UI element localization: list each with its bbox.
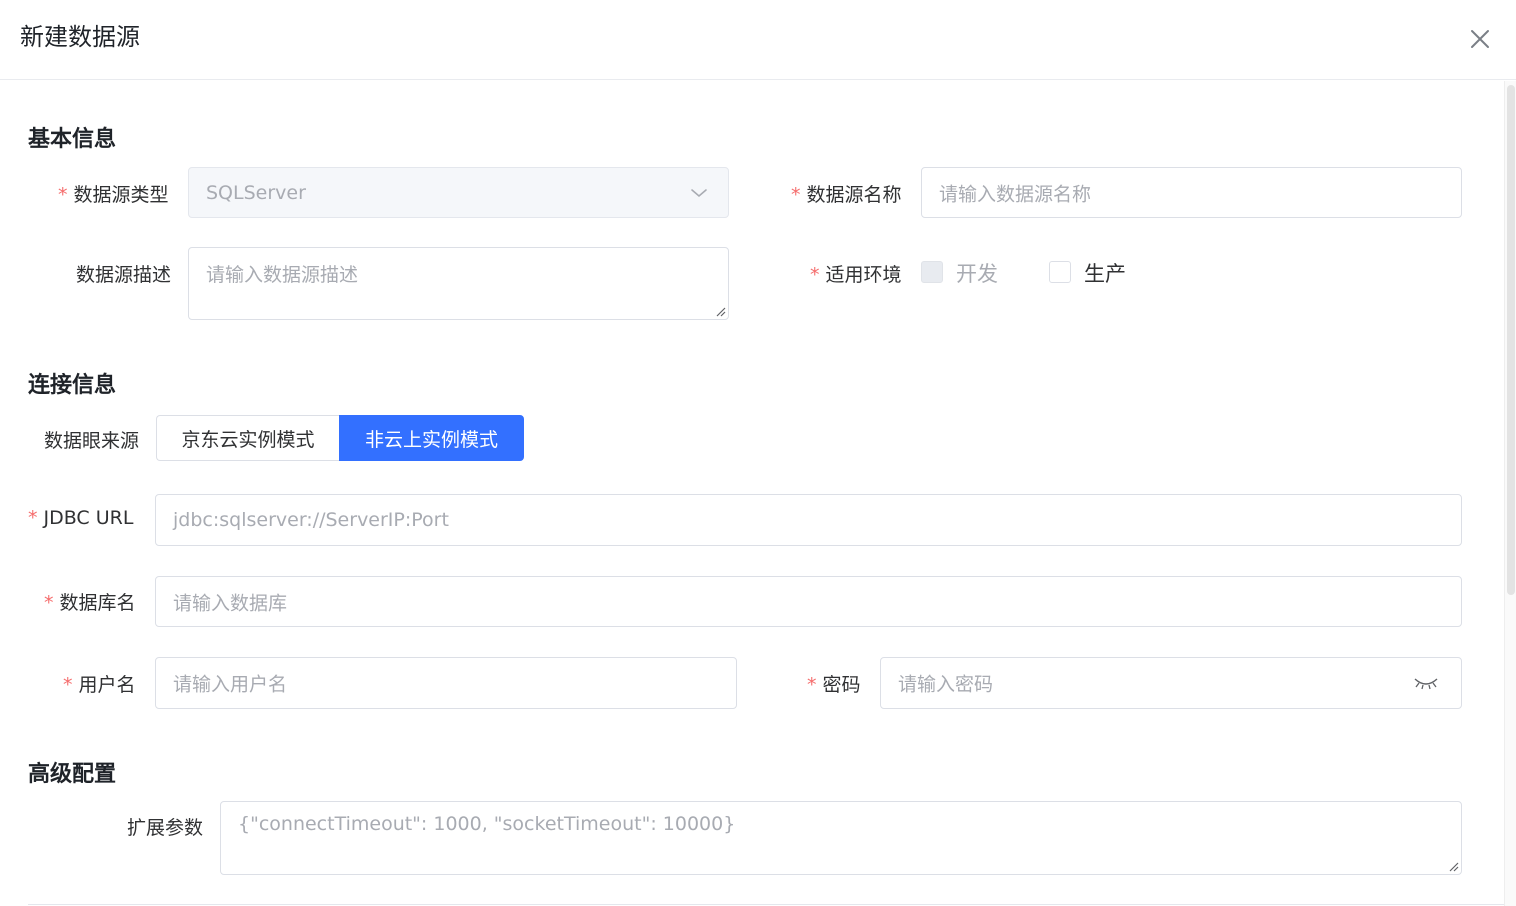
dialog-scrollbar[interactable]: [1504, 81, 1516, 906]
datasource-desc-placeholder: 请输入数据源描述: [206, 264, 359, 286]
datasource-type-value: SQLServer: [206, 181, 306, 204]
env-prod-checkbox[interactable]: [1049, 261, 1071, 283]
username-input[interactable]: 请输入用户名: [155, 657, 737, 709]
advanced-config-section-title: 高级配置: [28, 762, 117, 787]
dialog-title: 新建数据源: [20, 23, 140, 51]
scrollbar-thumb[interactable]: [1507, 85, 1515, 595]
extended-params-label: 扩展参数: [127, 817, 204, 839]
datasource-type-label: * 数据源类型: [58, 184, 169, 206]
datasource-name-input[interactable]: 请输入数据源名称: [921, 167, 1462, 218]
datasource-desc-label: 数据源描述: [76, 264, 172, 286]
segment-jdcloud-instance[interactable]: 京东云实例模式: [156, 415, 339, 461]
dialog-header: 新建数据源: [0, 0, 1516, 80]
datasource-desc-textarea[interactable]: 请输入数据源描述: [188, 247, 729, 320]
database-name-label: * 数据库名: [44, 592, 136, 614]
env-dev-checkbox[interactable]: [921, 261, 943, 283]
jdbc-url-input[interactable]: jdbc:sqlserver://ServerIP:Port: [155, 494, 1462, 546]
datasource-name-placeholder: 请输入数据源名称: [939, 183, 1092, 205]
basic-info-section-title: 基本信息: [28, 127, 117, 152]
password-label: * 密码: [807, 674, 861, 696]
username-placeholder: 请输入用户名: [173, 673, 288, 696]
close-button[interactable]: [1466, 25, 1494, 53]
connection-info-section-title: 连接信息: [28, 373, 117, 398]
database-name-input[interactable]: 请输入数据库: [155, 576, 1462, 627]
data-source-origin-label: 数据眼来源: [44, 430, 140, 452]
extended-params-textarea[interactable]: {"connectTimeout": 1000, "socketTimeout"…: [220, 801, 1462, 875]
resize-handle-icon[interactable]: [1447, 860, 1459, 872]
env-dev-label: 开发: [956, 262, 998, 286]
extended-params-placeholder: {"connectTimeout": 1000, "socketTimeout"…: [238, 813, 736, 835]
jdbc-url-placeholder: jdbc:sqlserver://ServerIP:Port: [173, 509, 449, 531]
eye-closed-icon[interactable]: [1413, 676, 1439, 690]
database-name-placeholder: 请输入数据库: [173, 592, 288, 614]
chevron-down-icon: [691, 188, 707, 197]
segment-non-cloud-instance[interactable]: 非云上实例模式: [339, 415, 524, 461]
datasource-name-label: * 数据源名称: [791, 184, 902, 206]
environment-label: * 适用环境: [810, 264, 902, 286]
env-prod-label: 生产: [1084, 262, 1126, 286]
close-icon: [1471, 30, 1489, 48]
username-label: * 用户名: [63, 674, 136, 696]
datasource-type-select[interactable]: SQLServer: [188, 167, 729, 218]
content-divider: [28, 904, 1504, 905]
password-placeholder: 请输入密码: [898, 673, 994, 696]
password-input[interactable]: 请输入密码: [880, 657, 1462, 709]
resize-handle-icon[interactable]: [714, 305, 726, 317]
jdbc-url-label: * JDBC URL: [28, 507, 134, 529]
